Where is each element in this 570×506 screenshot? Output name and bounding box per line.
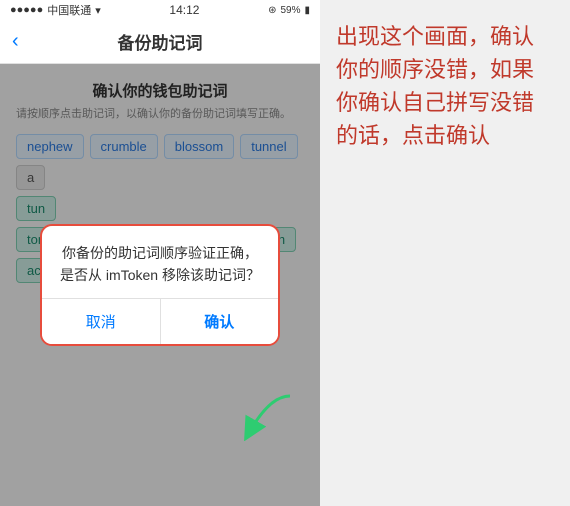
nav-title: 备份助记词 [118,29,203,54]
phone-screen: ●●●●● 中国联通 ▾ 14:12 ⊛ 59% ▮ ‹ 备份助记词 确认你的钱… [0,0,320,506]
annotation-text: 出现这个画面，确认你的顺序没错，如果你确认自己拼写没错的话，点击确认 [336,20,554,152]
nav-bar: ‹ 备份助记词 [0,20,320,64]
dialog-buttons: 取消 确认 [42,298,278,344]
status-bar-right: ⊛ 59% ▮ [268,5,310,16]
back-button[interactable]: ‹ [12,30,19,53]
wifi-icon: ▾ [95,4,101,17]
content-area: 确认你的钱包助记词 请按顺序点击助记词，以确认你的备份助记词填写正确。 neph… [0,64,320,506]
arrow-indicator [240,391,300,446]
battery-level: 59% [280,5,300,16]
signal-dots: ●●●●● [10,4,43,16]
dialog-content: 你备份的助记词顺序验证正确，是否从 imToken 移除该助记词？ [42,226,278,299]
carrier-name: 中国联通 [47,2,91,18]
battery-icon: ▮ [304,5,310,16]
dialog-cancel-button[interactable]: 取消 [42,299,161,344]
dialog-box: 你备份的助记词顺序验证正确，是否从 imToken 移除该助记词？ 取消 确认 [40,224,280,347]
status-bar-left: ●●●●● 中国联通 ▾ [10,2,101,18]
status-bar: ●●●●● 中国联通 ▾ 14:12 ⊛ 59% ▮ [0,0,320,20]
annotation-panel: 出现这个画面，确认你的顺序没错，如果你确认自己拼写没错的话，点击确认 [320,0,570,506]
dialog-message: 你备份的助记词顺序验证正确，是否从 imToken 移除该助记词？ [58,242,262,287]
status-time: 14:12 [169,3,199,17]
bluetooth-icon: ⊛ [268,5,276,16]
dialog-confirm-button[interactable]: 确认 [161,299,279,344]
